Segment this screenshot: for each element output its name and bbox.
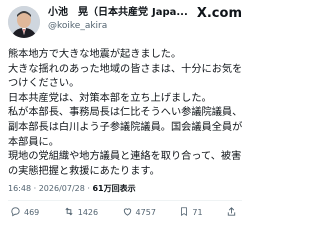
tweet-line: つけください。 — [8, 78, 80, 90]
reply-button[interactable]: 469 — [10, 206, 39, 219]
tweet-line: 本部員に。 — [8, 136, 59, 148]
post-time[interactable]: 16:48 — [8, 184, 31, 193]
x-logo-text: X.com — [196, 6, 242, 21]
author-block: 小池 晃（日本共産党 Japa... @koike_akira — [48, 6, 193, 33]
reply-count: 469 — [24, 207, 40, 217]
tweet-header: 小池 晃（日本共産党 Japa... @koike_akira X.com — [8, 6, 242, 46]
tweet-line: 大きな揺れのあった地域の皆さまは、十分にお気を — [8, 63, 242, 75]
meta-separator: · — [87, 184, 90, 194]
like-count: 4757 — [135, 207, 156, 217]
x-logo: X.com — [197, 6, 242, 21]
action-bar: 469 1426 4757 71 — [8, 201, 242, 223]
tweet-line: 副本部長は白川よう子参議院議員。国会議員全員が — [8, 121, 242, 133]
tweet-line: 現地の党組織や地方議員と連絡を取り合って、被害 — [8, 151, 242, 163]
bookmark-icon — [179, 206, 192, 219]
tweet-line: 熊本地方で大きな地震が起きました。 — [8, 49, 182, 60]
tweet-card: 小池 晃（日本共産党 Japa... @koike_akira X.com 熊本… — [0, 0, 250, 250]
tweet-body: 熊本地方で大きな地震が起きました。 大きな揺れのあった地域の皆さまは、十分にお気… — [8, 48, 242, 179]
bookmark-count: 71 — [192, 207, 203, 217]
meta-separator: · — [33, 184, 37, 194]
share-button[interactable] — [226, 206, 240, 219]
bookmark-button[interactable]: 71 — [179, 206, 203, 219]
tweet-meta: 16:48 · 2026/07/28 · 61万回表示 — [8, 183, 242, 195]
share-icon — [226, 206, 240, 219]
reply-icon — [10, 206, 24, 219]
repost-button[interactable]: 1426 — [63, 206, 98, 219]
tweet-line: 私が本部長、事務局長は仁比そうへい参議院議員、 — [8, 107, 242, 119]
heart-icon — [122, 206, 136, 219]
tweet-line: の実態把握と救援にあたります。 — [8, 165, 160, 177]
repost-count: 1426 — [77, 207, 99, 217]
author-name-row[interactable]: 小池 晃（日本共産党 Japa... — [48, 6, 193, 20]
tweet-line: 日本共産党は、対策本部を立ち上げました。 — [8, 92, 212, 104]
avatar[interactable] — [8, 6, 40, 38]
repost-icon — [63, 206, 78, 219]
post-date[interactable]: 2026/07/28 — [39, 184, 85, 193]
like-button[interactable]: 4757 — [122, 206, 156, 219]
author-name-truncation: Japa... — [152, 7, 188, 18]
author-handle[interactable]: @koike_akira — [48, 20, 193, 33]
view-count[interactable]: 61万回表示 — [92, 184, 135, 193]
author-name[interactable]: 小池 晃（日本共産党 — [48, 6, 148, 20]
